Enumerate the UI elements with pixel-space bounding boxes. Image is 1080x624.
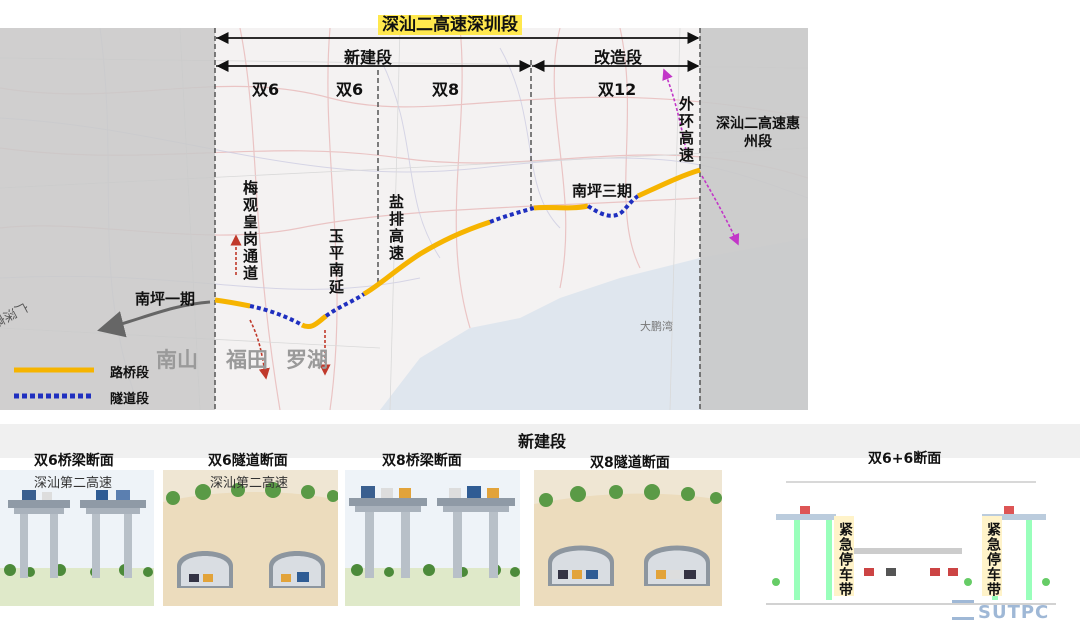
logo-icon xyxy=(952,600,974,620)
panel-bridge-8 xyxy=(345,470,520,606)
logo-text: SUTPC xyxy=(978,602,1050,623)
road-label-waihuan: 外环高速 xyxy=(677,96,695,164)
panel-title: 双6隧道断面 xyxy=(208,453,288,469)
panel-sign: 深汕第二高速 xyxy=(34,476,113,491)
segment-new-label: 新建段 xyxy=(344,48,393,67)
panel-tunnel-8 xyxy=(534,470,722,606)
panel-drawing-6-6: 紧急停车带 紧急停车带 xyxy=(736,464,1080,620)
stop-lane-label: 紧急停车带 xyxy=(837,522,853,597)
sections-title: 新建段 xyxy=(518,432,567,451)
tunnel-illustration xyxy=(534,484,722,606)
lane-label: 双8 xyxy=(432,80,460,99)
lane-label: 双6 xyxy=(252,80,280,99)
stop-lane-label: 紧急停车带 xyxy=(985,522,1001,597)
road-label-nanping1: 南坪一期 xyxy=(135,290,196,308)
road-label-nanping3: 南坪三期 xyxy=(572,182,633,200)
road-label-meiguan: 梅观皇岗通道 xyxy=(241,180,259,282)
legend-tunnel-label: 隧道段 xyxy=(110,392,150,407)
road-label-huizhou: 深汕二高速惠州段 xyxy=(716,116,800,150)
segment-rebuild-label: 改造段 xyxy=(594,48,643,67)
lane-label: 双12 xyxy=(598,80,637,99)
page-title: 深汕二高速深圳段 xyxy=(378,10,522,35)
bridge-illustration xyxy=(345,486,520,606)
panel-title: 双8桥梁断面 xyxy=(382,453,462,469)
place-label-dapeng: 大鹏湾 xyxy=(640,320,673,333)
road-label-yanpai: 盐排高速 xyxy=(387,194,405,262)
cross-section-drawing xyxy=(766,481,1056,605)
district-label: 罗湖 xyxy=(286,348,328,372)
panel-title: 双8隧道断面 xyxy=(590,455,670,471)
logo: SUTPC xyxy=(952,600,1049,623)
road-label-yuping: 玉平南延 xyxy=(327,228,345,296)
panel-title: 双6桥梁断面 xyxy=(34,453,114,469)
panel-sign: 深汕第二高速 xyxy=(210,476,289,491)
district-label: 福田 xyxy=(226,348,268,372)
district-label: 南山 xyxy=(156,348,198,372)
legend-road-label: 路桥段 xyxy=(110,366,150,381)
lane-label: 双6 xyxy=(336,80,364,99)
